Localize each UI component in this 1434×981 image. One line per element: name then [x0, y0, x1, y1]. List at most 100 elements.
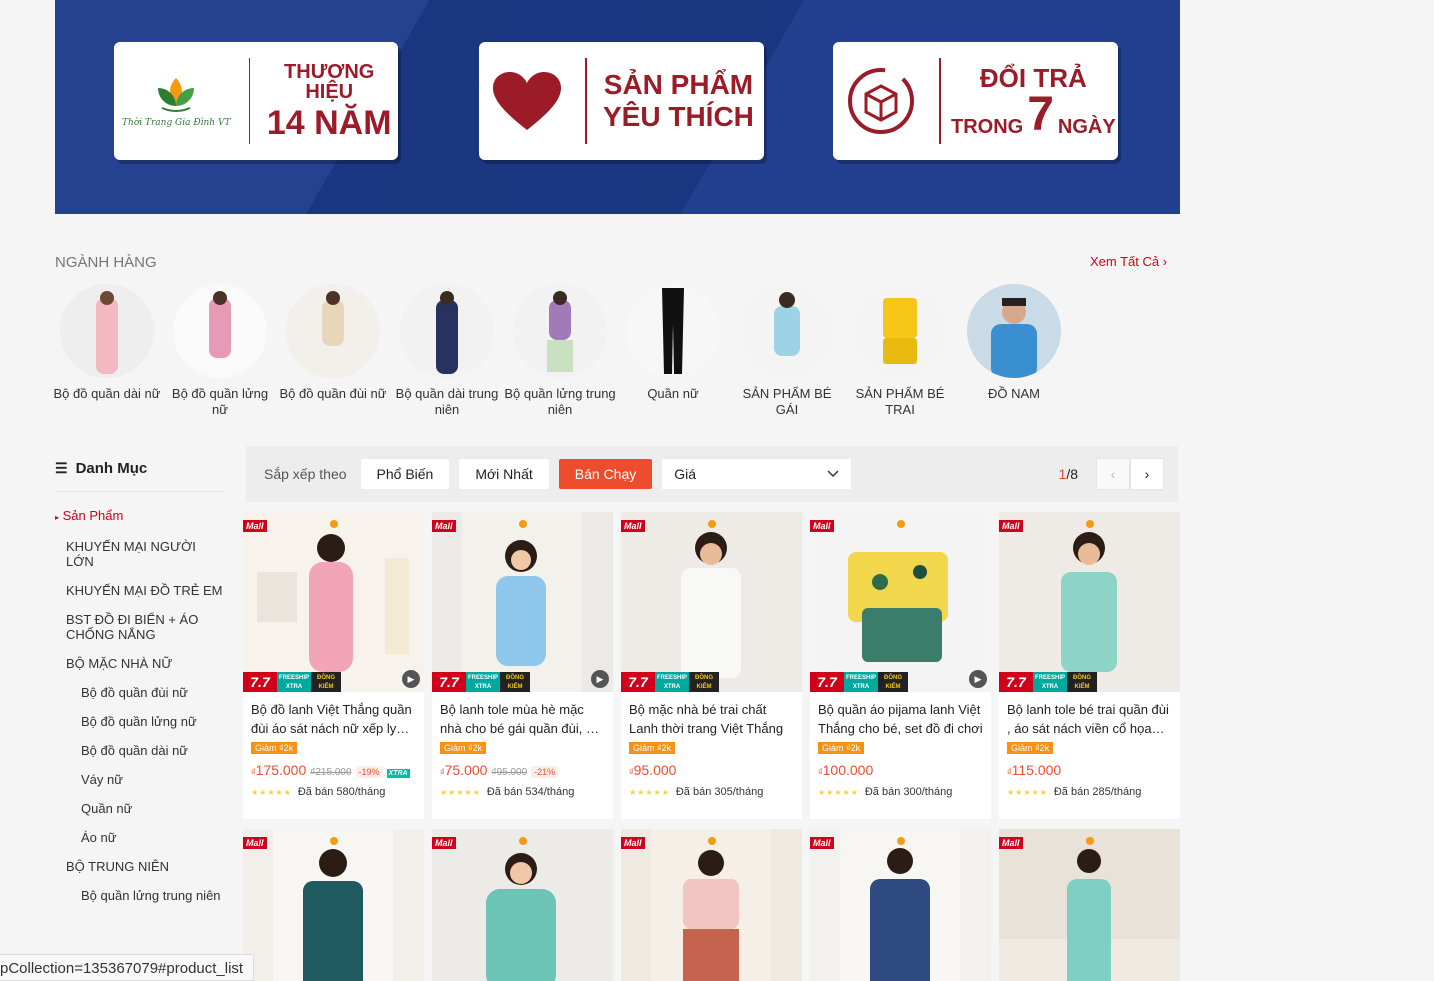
category-item[interactable]: Bộ đồ quần lửng nữ	[164, 284, 276, 418]
sidebar-item[interactable]: BỘ MẶC NHÀ NỮ	[55, 656, 223, 671]
product-photo	[810, 829, 991, 981]
product-photo	[432, 829, 613, 981]
discount-badge: -19%	[355, 766, 383, 778]
product-card[interactable]: Mall	[243, 829, 424, 981]
category-photo	[286, 284, 380, 378]
category-item[interactable]: Bộ quần dài trung niên	[391, 284, 503, 418]
category-image	[513, 284, 607, 378]
sort-newest-button[interactable]: Mới Nhất	[459, 459, 549, 489]
sidebar-subitem[interactable]: Bộ đồ quần dài nữ	[55, 743, 223, 758]
category-photo	[173, 284, 267, 378]
prev-page-button[interactable]: ‹	[1096, 458, 1130, 490]
see-all-label: Xem Tất Cả	[1090, 254, 1160, 269]
category-label: Bộ quần dài trung niên	[395, 386, 499, 417]
banner-favorite-text: SẢN PHẨM YÊU THÍCH	[597, 71, 754, 131]
product-price: ₫175.000	[251, 762, 306, 778]
freeship-badge: FREESHIP XTRA	[466, 672, 500, 692]
sidebar-item[interactable]: BST ĐỒ ĐI BIỂN + ÁO CHỐNG NẮNG	[55, 612, 223, 642]
rating-row: ★★★★★ Đã bán 580/tháng	[251, 786, 416, 798]
freeship-badge: FREESHIP XTRA	[655, 672, 689, 692]
category-item[interactable]: Bộ đồ quần dài nữ	[51, 284, 163, 402]
sidebar-item[interactable]: KHUYẾN MẠI NGƯỜI LỚN	[55, 539, 223, 569]
category-item[interactable]: SẢN PHẨM BÉ GÁI	[731, 284, 843, 418]
category-item[interactable]: Bộ quần lửng trung niên	[504, 284, 616, 418]
sort-bestseller-button[interactable]: Bán Chạy	[558, 459, 653, 489]
logo-text: Thời Trang Gia Đình VT	[122, 118, 231, 128]
category-image	[853, 284, 947, 378]
product-card[interactable]: Mall	[810, 829, 991, 981]
sidebar-subitem[interactable]: Bộ đồ quần đùi nữ	[55, 685, 223, 700]
product-info: Bộ lanh tole bé trai quần đùi , áo sát n…	[999, 692, 1180, 819]
brand-logo-icon	[516, 833, 530, 845]
old-price: ₫215.000	[310, 767, 352, 778]
sidebar-item[interactable]: BỘ TRUNG NIÊN	[55, 859, 223, 874]
sale-7-7-badge: 7.7	[810, 672, 844, 692]
shop-banner[interactable]: Thời Trang Gia Đình VT THƯƠNG HIỆU 14 NĂ…	[55, 0, 1180, 214]
product-card[interactable]: Mall	[999, 829, 1180, 981]
product-card[interactable]: Mall 7.7 FREESHIP XTRA ĐỒNG KIỂM Bộ mặc …	[621, 512, 802, 819]
sidebar-subitem[interactable]: Bộ đồ quần lửng nữ	[55, 714, 223, 729]
product-name: Bộ đồ lanh Việt Thắng quần đùi áo sát ná…	[251, 702, 412, 736]
see-all-link[interactable]: Xem Tất Cả ›	[1090, 254, 1167, 269]
next-page-button[interactable]: ›	[1130, 458, 1164, 490]
mall-badge: Mall	[621, 520, 645, 532]
sidebar-subitem[interactable]: Bộ quần lửng trung niên	[55, 888, 223, 903]
sidebar-subitem[interactable]: Áo nữ	[55, 830, 223, 845]
video-play-icon[interactable]: ▶	[969, 670, 987, 688]
category-photo	[853, 284, 947, 378]
voucher-badge: Giảm ₫2k	[251, 742, 298, 754]
mall-badge: Mall	[999, 520, 1023, 532]
banner-brand-line2: 14 NĂM	[266, 104, 392, 142]
product-card[interactable]: Mall ▶ 7.7 FREESHIP XTRA ĐỒNG KIỂM Bộ la…	[432, 512, 613, 819]
lotus-logo-icon	[158, 78, 195, 112]
brand-logo: Thời Trang Gia Đình VT	[114, 74, 239, 128]
shop-page: Thời Trang Gia Đình VT THƯƠNG HIỆU 14 NĂ…	[0, 0, 1434, 981]
status-bar-url: pCollection=135367079#product_list	[0, 954, 255, 981]
category-image	[60, 284, 154, 378]
banner-return-num: 7	[1027, 88, 1054, 141]
category-image	[740, 284, 834, 378]
banner-card-brand: Thời Trang Gia Đình VT THƯƠNG HIỆU 14 NĂ…	[114, 42, 398, 160]
product-photo	[432, 512, 613, 692]
brand-logo-icon	[894, 516, 908, 528]
video-play-icon[interactable]: ▶	[591, 670, 609, 688]
sort-popular-button[interactable]: Phổ Biến	[360, 459, 450, 489]
brand-logo-icon	[1083, 833, 1097, 845]
sold-count: Đã bán 305/tháng	[675, 786, 764, 798]
price-row: ₫95.000	[629, 762, 794, 778]
banner-return-trong: TRONG	[951, 116, 1024, 138]
mall-badge: Mall	[999, 837, 1023, 849]
product-card[interactable]: Mall 7.7 FREESHIP XTRA ĐỒNG KIỂM Bộ lanh…	[999, 512, 1180, 819]
product-card[interactable]: Mall ▶ 7.7 FREESHIP XTRA ĐỒNG KIỂM Bộ qu…	[810, 512, 991, 819]
category-item[interactable]: Bộ đồ quần đùi nữ	[277, 284, 389, 402]
promo-strip: 7.7 FREESHIP XTRA ĐỒNG KIỂM	[243, 672, 341, 692]
product-price: ₫115.000	[1007, 762, 1061, 778]
video-play-icon[interactable]: ▶	[402, 670, 420, 688]
category-item[interactable]: SẢN PHẨM BÉ TRAI	[844, 284, 956, 418]
category-item[interactable]: Quần nữ	[617, 284, 729, 402]
mini-pager: 1/8 ‹ ›	[1059, 458, 1164, 490]
sold-count: Đã bán 580/tháng	[297, 786, 386, 798]
categories-title: NGÀNH HÀNG	[55, 254, 157, 271]
category-item[interactable]: ĐỒ NAM	[958, 284, 1070, 402]
banner-card-favorite: SẢN PHẨM YÊU THÍCH	[479, 42, 764, 160]
sidebar-subitem[interactable]: Váy nữ	[55, 772, 223, 787]
product-image: Mall 7.7 FREESHIP XTRA ĐỒNG KIỂM	[621, 512, 802, 692]
sale-7-7-badge: 7.7	[432, 672, 466, 692]
sidebar-item[interactable]: KHUYẾN MẠI ĐỒ TRẺ EM	[55, 583, 223, 598]
category-label: Bộ quần lửng trung niên	[504, 386, 616, 417]
category-label: ĐỒ NAM	[988, 386, 1040, 401]
banner-return-text: ĐỔI TRẢ TRONG 7 NGÀY	[951, 65, 1116, 141]
price-sort-select[interactable]: Giá	[662, 459, 852, 489]
product-image: Mall	[999, 829, 1180, 981]
product-name: Bộ lanh tole bé trai quần đùi , áo sát n…	[1007, 702, 1169, 736]
price-sort-label: Giá	[674, 466, 697, 482]
product-card[interactable]: Mall ▶ 7.7 FREESHIP XTRA ĐỒNG KIỂM Bộ đồ…	[243, 512, 424, 819]
sidebar-subitem[interactable]: Quần nữ	[55, 801, 223, 816]
category-image	[626, 284, 720, 378]
price-value: 75.000	[444, 762, 488, 778]
product-card[interactable]: Mall	[432, 829, 613, 981]
sidebar-item-san-pham[interactable]: ▸ Sản Phẩm	[55, 508, 223, 525]
product-card[interactable]: Mall	[621, 829, 802, 981]
return-box	[833, 66, 929, 136]
